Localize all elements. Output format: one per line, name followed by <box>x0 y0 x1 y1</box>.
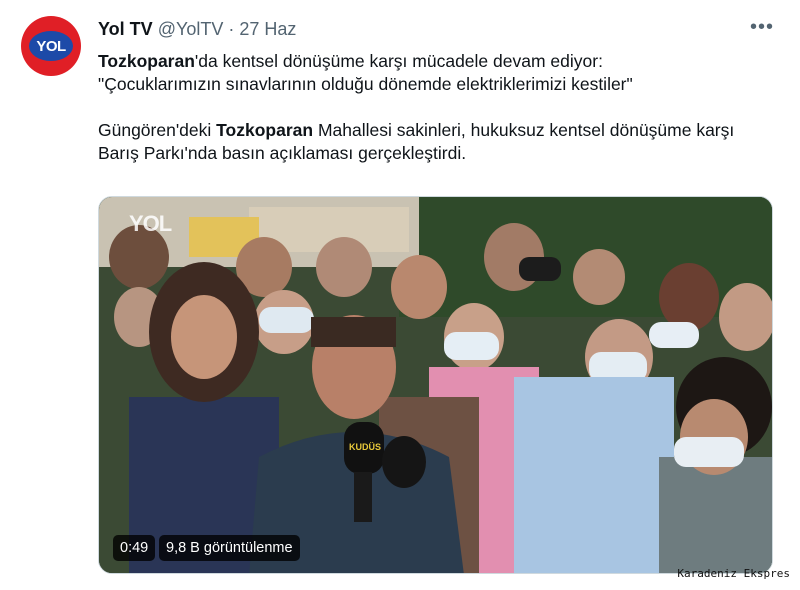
video-frame <box>99 197 772 573</box>
tweet-paragraph-2: Güngören'deki Tozkoparan Mahallesi sakin… <box>98 119 778 165</box>
tweet-quote-line: "Çocuklarımızın sınavlarının olduğu döne… <box>98 74 633 94</box>
more-options-button[interactable]: ••• <box>750 16 774 39</box>
video-duration: 0:49 <box>113 535 156 561</box>
microphone-label: KUDÜS <box>349 442 382 452</box>
tweet-para2-start: Güngören'deki <box>98 120 217 140</box>
avatar-logo: YOL <box>29 31 73 61</box>
video-channel-logo: YOL <box>129 211 172 236</box>
account-handle[interactable]: @YolTV <box>158 19 224 39</box>
account-avatar[interactable]: YOL <box>21 16 81 76</box>
tweet-paragraph-1: Tozkoparan'da kentsel dönüşüme karşı müc… <box>98 50 778 96</box>
tweet-header: Yol TV @YolTV · 27 Haz <box>98 18 296 40</box>
tweet-line-1: 'da kentsel dönüşüme karşı mücadele deva… <box>194 51 603 71</box>
tweet-date[interactable]: 27 Haz <box>239 19 296 39</box>
tweet-text: Tozkoparan'da kentsel dönüşüme karşı müc… <box>98 50 778 165</box>
hashtag-bold-word: Tozkoparan <box>98 51 195 71</box>
tweet-para2-bold: Tozkoparan <box>216 120 314 140</box>
source-watermark: Karadeniz Ekspres <box>677 567 790 580</box>
display-name[interactable]: Yol TV <box>98 19 153 39</box>
video-view-count: 9,8 B görüntülenme <box>159 535 300 561</box>
header-separator: · <box>228 19 235 39</box>
video-player[interactable]: YOL KUDÜS 0:49 9,8 B görüntülenme <box>98 196 773 574</box>
more-horizontal-icon: ••• <box>749 16 774 38</box>
avatar-logo-text: YOL <box>36 37 66 55</box>
